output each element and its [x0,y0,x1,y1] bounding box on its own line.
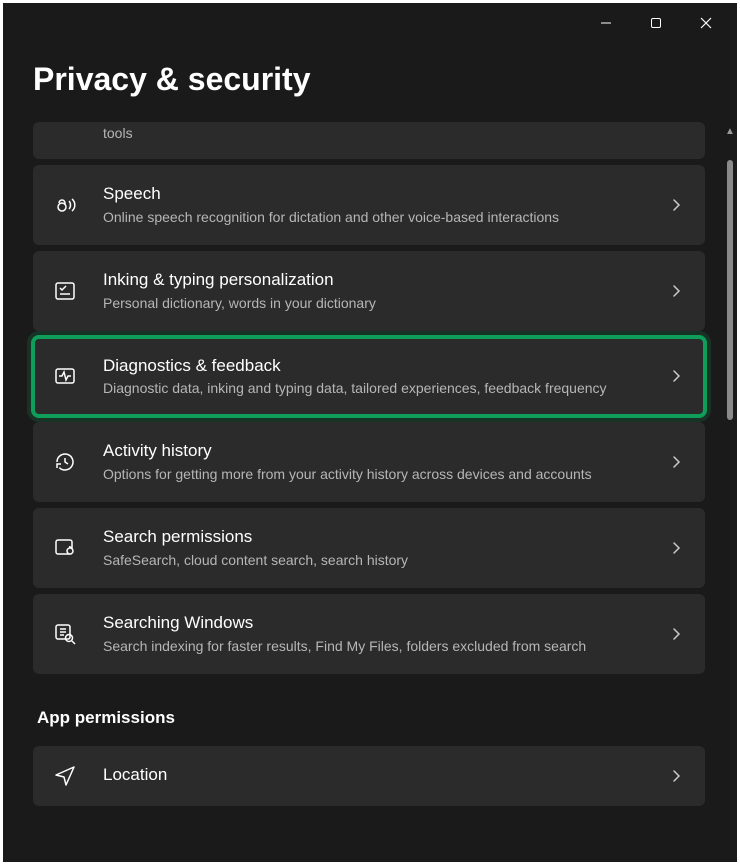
chevron-right-icon [669,541,683,555]
close-button[interactable] [683,7,729,39]
item-title: Speech [103,183,645,206]
item-text: tools [103,122,645,143]
chevron-right-icon [669,198,683,212]
maximize-icon [650,17,662,29]
item-text: Activity history Options for getting mor… [103,440,645,484]
item-subtitle: Online speech recognition for dictation … [103,208,645,227]
item-title: Location [103,764,645,787]
scrollbar[interactable]: ▲ [723,122,737,862]
item-text: Diagnostics & feedback Diagnostic data, … [103,355,645,399]
item-subtitle: tools [103,124,645,143]
diagnostics-icon [51,364,79,388]
item-title: Inking & typing personalization [103,269,645,292]
item-title: Search permissions [103,526,645,549]
item-text: Speech Online speech recognition for dic… [103,183,645,227]
page-title: Privacy & security [3,43,737,122]
section-header-app-permissions: App permissions [33,680,705,746]
settings-item-speech[interactable]: Speech Online speech recognition for dic… [33,165,705,245]
settings-item-inking[interactable]: Inking & typing personalization Personal… [33,251,705,331]
chevron-right-icon [669,369,683,383]
item-text: Location [103,764,645,787]
close-icon [700,17,712,29]
settings-item-searching-windows[interactable]: Searching Windows Search indexing for fa… [33,594,705,674]
settings-window: Privacy & security tools [3,3,737,862]
chevron-right-icon [669,284,683,298]
item-text: Search permissions SafeSearch, cloud con… [103,526,645,570]
settings-list: tools Speech Online speech [3,122,723,862]
scroll-up-icon[interactable]: ▲ [725,126,735,140]
item-subtitle: Personal dictionary, words in your dicti… [103,294,645,313]
settings-item-search-permissions[interactable]: Search permissions SafeSearch, cloud con… [33,508,705,588]
item-text: Inking & typing personalization Personal… [103,269,645,313]
content-wrapper: tools Speech Online speech [3,122,737,862]
minimize-button[interactable] [583,7,629,39]
search-permissions-icon [51,536,79,560]
searching-windows-icon [51,622,79,646]
scroll-track[interactable] [727,140,733,862]
item-title: Activity history [103,440,645,463]
item-subtitle: Options for getting more from your activ… [103,465,645,484]
settings-item-diagnostics[interactable]: Diagnostics & feedback Diagnostic data, … [33,337,705,417]
chevron-right-icon [669,455,683,469]
activity-history-icon [51,450,79,474]
inking-icon [51,279,79,303]
settings-item-location[interactable]: Location [33,746,705,806]
item-text: Searching Windows Search indexing for fa… [103,612,645,656]
speech-icon [51,193,79,217]
location-icon [51,764,79,788]
scroll-thumb[interactable] [727,160,733,420]
item-subtitle: Search indexing for faster results, Find… [103,637,645,656]
settings-item-activity-history[interactable]: Activity history Options for getting mor… [33,422,705,502]
settings-item-partial[interactable]: tools [33,122,705,159]
item-title: Diagnostics & feedback [103,355,645,378]
titlebar [3,3,737,43]
chevron-right-icon [669,769,683,783]
item-subtitle: SafeSearch, cloud content search, search… [103,551,645,570]
item-title: Searching Windows [103,612,645,635]
item-subtitle: Diagnostic data, inking and typing data,… [103,379,645,398]
minimize-icon [600,17,612,29]
chevron-right-icon [669,627,683,641]
maximize-button[interactable] [633,7,679,39]
